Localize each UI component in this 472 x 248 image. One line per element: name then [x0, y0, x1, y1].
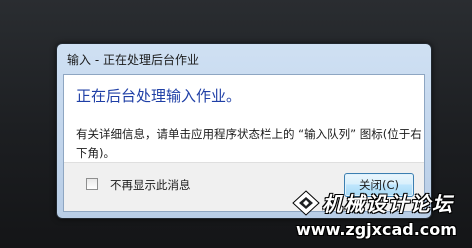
site-watermark: 机械设计论坛 www.zgjxcad.com — [286, 184, 472, 248]
dialog-titlebar[interactable]: 输入 - 正在处理后台作业 — [57, 44, 431, 74]
main-instruction: 正在后台处理输入作业。 — [76, 87, 242, 105]
diamond-logo-icon — [292, 190, 320, 216]
dont-show-label[interactable]: 不再显示此消息 — [110, 177, 191, 193]
watermark-url: www.zgjxcad.com — [296, 220, 457, 239]
dont-show-checkbox[interactable] — [86, 178, 98, 190]
content-text: 有关详细信息，请单击应用程序状态栏上的 “输入队列” 图标(位于右下角)。 — [76, 127, 422, 160]
dialog-title: 输入 - 正在处理后台作业 — [67, 52, 199, 67]
watermark-title: 机械设计论坛 — [322, 192, 454, 216]
